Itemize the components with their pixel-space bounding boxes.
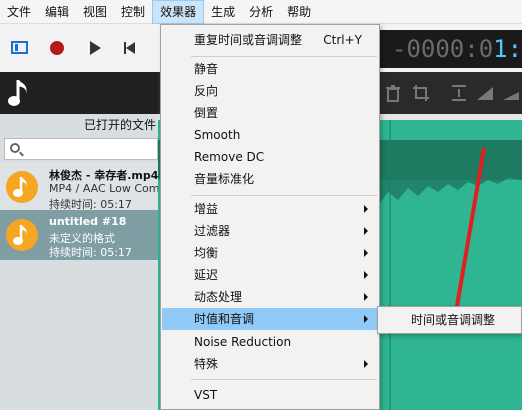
search-icon	[10, 143, 20, 153]
trash-icon[interactable]	[384, 84, 402, 102]
fit-icon[interactable]	[450, 84, 468, 102]
menu-item-label: 反向	[194, 84, 219, 98]
menu-item-invert[interactable]: 倒置	[162, 102, 378, 124]
menu-item-reverse[interactable]: 反向	[162, 80, 378, 102]
fade-out-icon[interactable]	[502, 84, 520, 102]
menu-item-special[interactable]: 特殊	[162, 353, 378, 375]
submenu-arrow-icon	[364, 293, 368, 301]
menu-control[interactable]: 控制	[114, 0, 152, 24]
menu-file[interactable]: 文件	[0, 0, 38, 24]
menu-item-label: 时值和音调	[194, 312, 255, 326]
file-name: 林俊杰 - 幸存者.mp4	[49, 169, 159, 182]
play-icon[interactable]	[85, 38, 105, 58]
file-name: untitled #18	[49, 215, 127, 228]
menu-item-dynamics[interactable]: 动态处理	[162, 286, 378, 308]
menu-bar: 文件 编辑 视图 控制 效果器 生成 分析 帮助	[0, 0, 522, 24]
open-files-panel: 已打开的文件 林俊杰 - 幸存者.mp4 MP4 / AAC Low Com 持…	[0, 72, 160, 410]
music-note-icon	[6, 171, 38, 203]
menu-item-remove-dc[interactable]: Remove DC	[162, 146, 378, 168]
file-item-selected[interactable]: untitled #18 未定义的格式 持续时间: 05:17	[0, 210, 158, 260]
menu-separator	[191, 379, 377, 380]
file-format: MP4 / AAC Low Com	[49, 182, 160, 195]
menu-item-noise-reduction[interactable]: Noise Reduction	[162, 331, 378, 353]
menu-generate[interactable]: 生成	[204, 0, 242, 24]
menu-item-label: 倒置	[194, 106, 219, 120]
menu-item-equalizer[interactable]: 均衡	[162, 242, 378, 264]
skip-to-start-icon[interactable]	[120, 38, 140, 58]
menu-item-label: 动态处理	[194, 290, 243, 304]
menu-effects[interactable]: 效果器	[152, 0, 205, 24]
menu-item-label: Remove DC	[194, 150, 265, 164]
menu-item-label: 重复时间或音调调整	[194, 33, 303, 47]
tempo-pitch-submenu: 时间或音调调整	[377, 306, 522, 334]
menu-item-normalize[interactable]: 音量标准化	[162, 168, 378, 190]
menu-item-shortcut: Ctrl+Y	[323, 33, 362, 47]
menu-view[interactable]: 视图	[76, 0, 114, 24]
menu-item-label: 静音	[194, 62, 219, 76]
timecode-dim: -0000:0	[392, 35, 494, 63]
file-item[interactable]: 林俊杰 - 幸存者.mp4 MP4 / AAC Low Com 持续时间: 05…	[0, 162, 160, 212]
file-duration: 持续时间: 05:17	[49, 246, 132, 259]
menu-item-label: Smooth	[194, 128, 241, 142]
menu-item-label: Noise Reduction	[194, 335, 292, 349]
menu-help[interactable]: 帮助	[280, 0, 318, 24]
menu-item-label: 音量标准化	[194, 172, 255, 186]
menu-analyze[interactable]: 分析	[242, 0, 280, 24]
crop-icon[interactable]	[412, 84, 430, 102]
menu-item-label: VST	[194, 388, 218, 402]
menu-item-delay[interactable]: 延迟	[162, 264, 378, 286]
timecode-display: -0000:01:3	[380, 30, 522, 68]
submenu-item-tempo-pitch-adjust[interactable]: 时间或音调调整	[379, 309, 520, 331]
menu-item-silence[interactable]: 静音	[162, 58, 378, 80]
music-note-icon	[8, 80, 27, 106]
effects-menu: 重复时间或音调调整 Ctrl+Y 静音 反向 倒置 Smooth Remove D…	[160, 24, 380, 410]
menu-item-label: 均衡	[194, 246, 219, 260]
menu-item-label: 延迟	[194, 268, 219, 282]
selection-tool-icon[interactable]	[10, 38, 30, 58]
menu-separator	[191, 56, 377, 57]
menu-item-label: 过滤器	[194, 224, 231, 238]
menu-item-label: 增益	[194, 202, 219, 216]
panel-header	[0, 72, 158, 114]
menu-item-smooth[interactable]: Smooth	[162, 124, 378, 146]
submenu-arrow-icon	[364, 205, 368, 213]
timecode-highlight: 1:3	[493, 35, 522, 63]
menu-item-repeat-tempo-pitch[interactable]: 重复时间或音调调整 Ctrl+Y	[162, 29, 378, 51]
submenu-arrow-icon	[364, 315, 368, 323]
menu-item-gain[interactable]: 增益	[162, 198, 378, 220]
submenu-arrow-icon	[364, 271, 368, 279]
menu-item-tempo-pitch[interactable]: 时值和音调	[162, 308, 378, 330]
menu-separator	[191, 195, 377, 196]
menu-item-filter[interactable]: 过滤器	[162, 220, 378, 242]
music-note-icon	[6, 219, 38, 251]
menu-edit[interactable]: 编辑	[38, 0, 76, 24]
fade-in-icon[interactable]	[476, 84, 494, 102]
record-icon[interactable]	[47, 38, 67, 58]
submenu-arrow-icon	[364, 227, 368, 235]
submenu-arrow-icon	[364, 249, 368, 257]
panel-title: 已打开的文件	[83, 118, 156, 132]
submenu-arrow-icon	[364, 360, 368, 368]
search-input[interactable]	[4, 138, 158, 160]
menu-item-label: 特殊	[194, 357, 219, 371]
menu-item-vst[interactable]: VST	[162, 384, 378, 406]
